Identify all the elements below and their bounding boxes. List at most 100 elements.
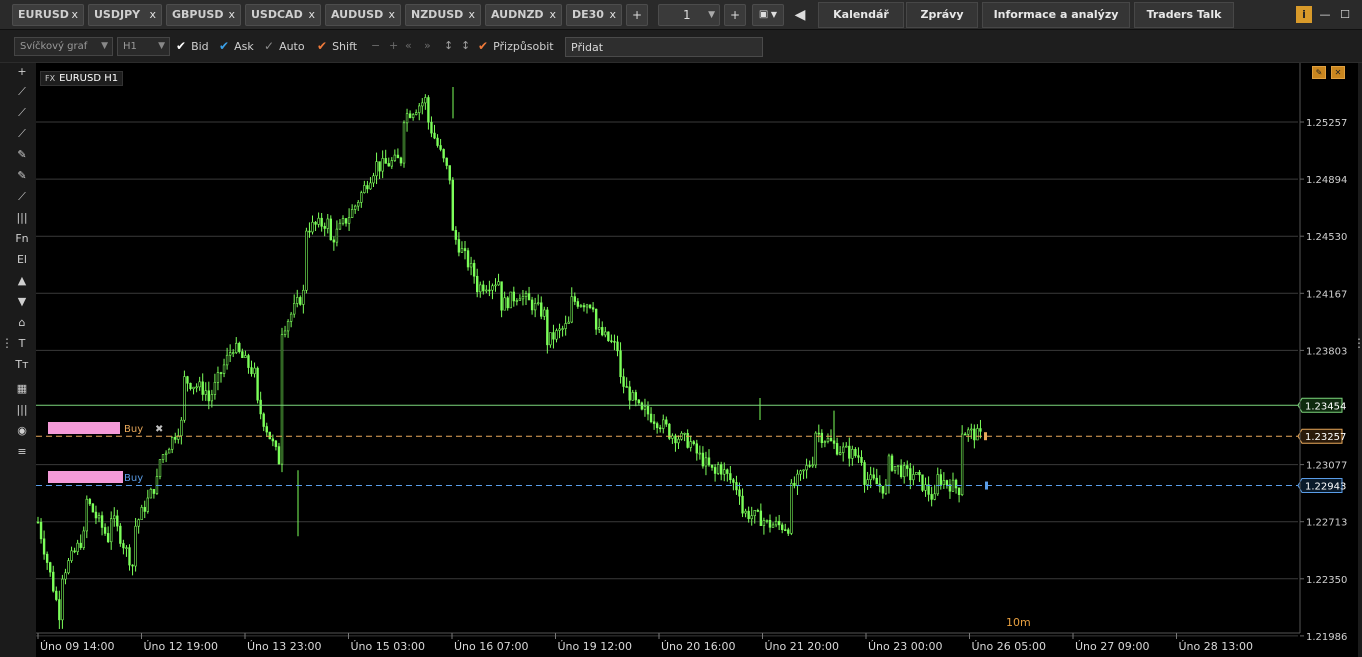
tab-audnzd[interactable]: AUDNZD x <box>485 4 562 26</box>
zoom-in-icon[interactable]: + <box>389 39 398 53</box>
add-indicator-input[interactable] <box>565 37 763 57</box>
candle-body <box>902 465 906 478</box>
trendline-icon[interactable]: ⟋ <box>8 83 36 101</box>
tab-usdcad[interactable]: USDCAD x <box>245 4 321 26</box>
minimize-icon[interactable]: — <box>1318 6 1332 23</box>
quantity-plus-button[interactable]: + <box>724 4 746 26</box>
candle-body <box>122 543 125 549</box>
price-tag-label: 1.23454 <box>1305 401 1346 412</box>
y-tick-label: 1.22713 <box>1306 518 1347 529</box>
candle-body <box>167 448 171 454</box>
tab-label: AUDUSD <box>331 8 384 21</box>
bid-toggle[interactable]: ✔ Bid <box>176 39 209 54</box>
x-tick-label: Úno 15 03:00 <box>351 640 425 653</box>
chart-type-select[interactable]: Svíčkový graf ▼ <box>14 37 113 56</box>
tab-close-icon[interactable]: x <box>468 5 475 25</box>
scroll-left-icon[interactable]: « <box>405 39 412 53</box>
scroll-end-icon[interactable]: » <box>424 39 431 53</box>
add-tab-button[interactable]: + <box>626 4 648 26</box>
elliott-icon[interactable]: El <box>8 251 36 269</box>
zoom-out-icon[interactable]: − <box>371 39 380 53</box>
candle-body <box>945 480 949 485</box>
candle-body <box>344 218 348 224</box>
candle-body <box>881 485 885 494</box>
brush-icon[interactable]: ✎ <box>8 167 36 185</box>
close-chart-icon[interactable]: ✕ <box>1331 66 1345 79</box>
quantity-value: 1 <box>683 8 691 22</box>
arrow-up-icon[interactable]: ▲ <box>8 272 36 290</box>
candle-body <box>140 507 143 520</box>
candle-body <box>735 482 738 491</box>
tab-audusd[interactable]: AUDUSD x <box>325 4 401 26</box>
crosshair-icon[interactable]: + <box>8 63 36 81</box>
candle-body <box>125 547 128 549</box>
candle-body <box>100 515 104 528</box>
candle-body <box>963 433 967 436</box>
candle-body <box>494 284 497 287</box>
window-icon: ▣ <box>758 9 769 20</box>
layers-icon[interactable]: ▦ <box>8 380 36 398</box>
ask-toggle[interactable]: ✔ Ask <box>219 39 254 54</box>
shift-toggle[interactable]: ✔ Shift <box>317 39 357 54</box>
arrow-down-icon[interactable]: ▼ <box>8 293 36 311</box>
function-icon[interactable]: Fn <box>8 230 36 248</box>
candle-body <box>198 381 201 388</box>
tab-de30[interactable]: DE30 x <box>566 4 622 26</box>
quantity-select[interactable]: 1 ▼ <box>658 4 720 26</box>
nav-informace[interactable]: Informace a analýzy <box>982 2 1130 28</box>
tab-close-icon[interactable]: x <box>71 5 78 25</box>
volume-icon[interactable]: ||| <box>8 401 36 419</box>
shapes-icon[interactable]: ⌂ <box>8 314 36 332</box>
candle-body <box>799 470 802 475</box>
nav-zpravy[interactable]: Zprávy <box>906 2 978 28</box>
channel-icon[interactable]: ⟋ <box>8 104 36 122</box>
chart-canvas[interactable]: Buy ✖ Buy 1.23454 1.23257 1.22943 1.25257 1.24… <box>36 63 1358 657</box>
candle-body <box>265 426 268 433</box>
fibonacci-icon[interactable]: ||| <box>8 209 36 227</box>
tab-gbpusd[interactable]: GBPUSD x <box>166 4 241 26</box>
candle-body <box>289 313 293 322</box>
candle-body <box>73 550 76 553</box>
candle-body <box>543 309 546 317</box>
list-icon[interactable]: ≡ <box>8 443 36 461</box>
candle-body <box>314 221 317 225</box>
candle-body <box>707 457 711 466</box>
candle-body <box>219 372 223 374</box>
check-icon: ✔ <box>317 39 328 53</box>
ray-icon[interactable]: ⟋ <box>8 125 36 143</box>
layout-menu-button[interactable]: ▣ ▼ <box>752 4 784 26</box>
maximize-icon[interactable]: ☐ <box>1338 6 1352 23</box>
candle-body <box>466 250 470 268</box>
info-icon[interactable]: i <box>1296 6 1312 23</box>
arrow-left-icon[interactable]: ◀ <box>788 4 812 26</box>
candle-body <box>860 457 863 463</box>
expand-vertical-icon[interactable]: ↕ <box>444 39 453 53</box>
pitchfork-icon[interactable]: ⟋ <box>8 188 36 206</box>
nav-traders-talk[interactable]: Traders Talk <box>1134 2 1234 28</box>
pencil-icon[interactable]: ✎ <box>8 146 36 164</box>
compress-vertical-icon[interactable]: ↕ <box>461 39 470 53</box>
tab-close-icon[interactable]: x <box>549 5 556 25</box>
tab-close-icon[interactable]: x <box>228 5 235 25</box>
tab-eurusd[interactable]: EURUSD x <box>12 4 84 26</box>
text-size-icon[interactable]: Tт <box>8 356 36 374</box>
tab-close-icon[interactable]: x <box>149 5 156 25</box>
tab-usdjpy[interactable]: USDJPY x <box>88 4 162 26</box>
ask-label: Ask <box>234 40 254 53</box>
chart-background <box>36 63 1358 657</box>
camera-icon[interactable]: ◉ <box>8 422 36 440</box>
timeframe-select[interactable]: H1 ▼ <box>117 37 170 56</box>
tab-close-icon[interactable]: x <box>308 5 315 25</box>
left-panel-handle-icon[interactable]: ⋮ <box>1 337 13 358</box>
candle-body <box>213 382 217 395</box>
nav-kalendar[interactable]: Kalendář <box>818 2 904 28</box>
fit-toggle[interactable]: ✔ Přizpůsobit <box>478 39 554 54</box>
tab-nzdusd[interactable]: NZDUSD x <box>405 4 481 26</box>
edit-chart-icon[interactable]: ✎ <box>1312 66 1326 79</box>
auto-toggle[interactable]: ✓ Auto <box>264 39 305 54</box>
tab-close-icon[interactable]: x <box>388 5 395 25</box>
price-chart[interactable]: Buy ✖ Buy 1.23454 1.23257 1.22943 1.25257 1.24… <box>36 63 1358 657</box>
tab-close-icon[interactable]: x <box>609 5 616 25</box>
candle-body <box>527 293 531 301</box>
y-tick-label: 1.23803 <box>1306 346 1347 357</box>
